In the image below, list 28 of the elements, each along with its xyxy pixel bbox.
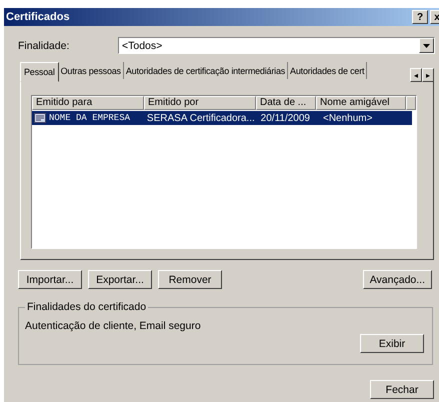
column-header[interactable]: Emitido para (32, 96, 144, 110)
scroll-left-button[interactable]: ◂ (410, 68, 422, 82)
tab[interactable]: Outras pessoas (58, 62, 124, 79)
window-title: Certificados (6, 11, 70, 23)
table-cell-text: SERASA Certificadora... (146, 112, 256, 124)
purpose-dropdown[interactable]: <Todos> (118, 37, 435, 54)
table-cell-text: 20/11/2009 (260, 112, 311, 124)
purpose-label: Finalidade: (18, 40, 70, 52)
group-title: Finalidades do certificado (25, 301, 148, 313)
column-header[interactable]: Nome amigável (316, 96, 406, 110)
table-cell-text: NOME DA EMPRESA (48, 113, 132, 123)
tab[interactable]: Autoridades de cert (288, 62, 368, 79)
column-header[interactable]: Data de ... (256, 96, 316, 110)
action-button[interactable]: Importar... (18, 270, 82, 289)
table-row[interactable]: NOME DA EMPRESA SERASA Certificadora... 20/11/2009 <Nenhum> (32, 111, 412, 125)
certificate-icon (34, 113, 46, 123)
tab[interactable]: Pessoal (20, 62, 59, 82)
view-button[interactable]: Exibir (360, 334, 424, 353)
advanced-button[interactable]: Avançado... (362, 270, 432, 289)
action-button[interactable]: Remover (158, 270, 222, 289)
purposes-text: Autenticação de cliente, Email seguro (25, 320, 202, 332)
action-button[interactable]: Exportar... (88, 270, 152, 289)
table-cell-text: <Nenhum> (322, 112, 374, 124)
column-header[interactable]: Emitido por (144, 96, 256, 110)
tab[interactable]: Autoridades de certificação intermediárias (124, 62, 288, 79)
help-button[interactable]: ? (412, 10, 428, 24)
close-dialog-button[interactable]: Fechar (370, 380, 434, 399)
scroll-right-button[interactable]: ▸ (422, 68, 434, 82)
